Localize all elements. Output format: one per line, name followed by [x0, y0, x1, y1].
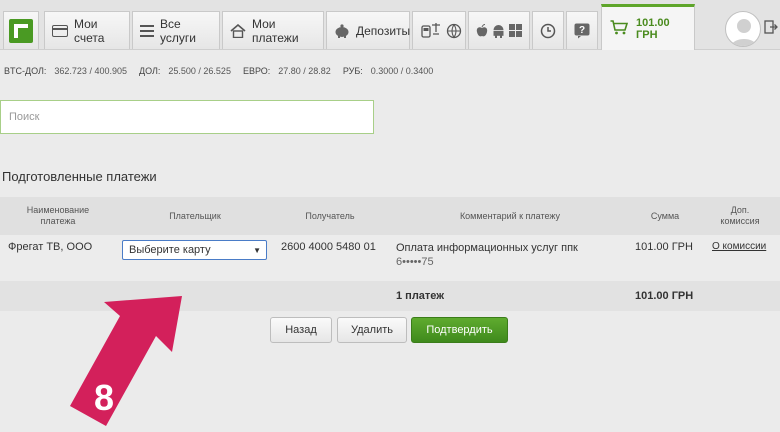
rate-usd: ДОЛ: 25.500 / 26.525 — [138, 66, 231, 76]
commission-link[interactable]: О комиссии — [712, 241, 766, 252]
rate-btc: BTC-ДОЛ: 362.723 / 400.905 — [4, 66, 127, 76]
comment-line: Оплата информационных услуг ппк — [396, 242, 578, 254]
search-input[interactable] — [0, 100, 374, 134]
rate-eur: ЕВРО: 27.80 / 28.82 — [242, 66, 331, 76]
exchange-rates: BTC-ДОЛ: 362.723 / 400.905 ДОЛ: 25.500 / 2… — [4, 66, 433, 76]
globe-icon — [446, 23, 462, 39]
tab-all-services[interactable]: Все услуги — [132, 11, 220, 49]
payment-count: 1 платеж — [396, 290, 445, 302]
list-icon — [140, 24, 154, 37]
cart-icon — [610, 19, 629, 38]
clock-icon — [540, 23, 556, 39]
confirm-button[interactable]: Подтвердить — [411, 317, 508, 343]
back-button[interactable]: Назад — [270, 317, 332, 343]
home-icon — [230, 23, 246, 38]
avatar[interactable] — [725, 11, 761, 47]
header-comment: Комментарий к платежу — [459, 210, 561, 221]
svg-text:?: ? — [579, 25, 585, 36]
rate-rub: РУБ: 0.3000 / 0.3400 — [342, 66, 434, 76]
cart-amount: 101.00 ГРН — [636, 16, 670, 41]
payment-amount: 101.00 ГРН — [635, 241, 693, 253]
top-navigation: Мои счета Все услуги Мои платежи Депозит… — [0, 0, 780, 50]
help-icon: ? — [574, 23, 590, 39]
table-header: Наименование платежа Плательщик Получате… — [0, 197, 780, 235]
tab-label: Мои счета — [74, 16, 105, 45]
step-number: 8 — [94, 377, 114, 418]
header-payer: Плательщик — [169, 210, 221, 221]
header-commission: Доп. комиссия — [720, 205, 760, 226]
windows-icon — [509, 24, 522, 37]
section-title: Подготовленные платежи — [2, 169, 157, 184]
header-amount: Сумма — [650, 210, 680, 221]
user-icon — [730, 19, 758, 46]
comment-line-2: 6•••••75 — [396, 256, 434, 268]
tab-travel[interactable] — [412, 11, 466, 49]
tab-history[interactable] — [532, 11, 564, 49]
tab-mobile-apps[interactable] — [468, 11, 530, 49]
tab-label: Мои платежи — [252, 16, 299, 45]
bank-logo[interactable] — [3, 11, 39, 49]
transport-icon — [420, 22, 442, 40]
tab-label: Все услуги — [160, 16, 196, 45]
apple-icon — [476, 23, 488, 38]
step-arrow-annotation: 8 — [70, 296, 182, 426]
recipient-account: 2600 4000 5480 01 — [281, 241, 376, 253]
tab-deposits[interactable]: Депозиты — [326, 11, 410, 49]
payment-name: Фрегат ТВ, ООО — [8, 241, 93, 253]
android-icon — [492, 24, 505, 38]
arrow-icon — [70, 296, 182, 426]
header-name: Наименование платежа — [26, 205, 90, 226]
cart-tab[interactable]: 101.00 ГРН — [601, 4, 695, 50]
payment-total: 101.00 ГРН — [635, 290, 694, 302]
table-row: Фрегат ТВ, ООО Выберите карту ▼ 2600 400… — [0, 235, 780, 281]
payment-comment: Оплата информационных услуг ппк 6•••••75 — [396, 241, 578, 269]
tab-my-payments[interactable]: Мои платежи — [222, 11, 324, 49]
logo-icon — [9, 18, 33, 43]
chevron-down-icon: ▼ — [253, 245, 261, 255]
tab-label: Депозиты — [356, 23, 411, 38]
select-value: Выберите карту — [129, 244, 211, 256]
logout-icon[interactable] — [764, 20, 778, 34]
delete-button[interactable]: Удалить — [337, 317, 407, 343]
tab-my-accounts[interactable]: Мои счета — [44, 11, 130, 49]
payer-card-select[interactable]: Выберите карту ▼ — [122, 240, 267, 260]
piggy-bank-icon — [334, 23, 350, 38]
header-recipient: Получатель — [305, 210, 355, 221]
tab-help[interactable]: ? — [566, 11, 598, 49]
card-icon — [52, 24, 68, 37]
